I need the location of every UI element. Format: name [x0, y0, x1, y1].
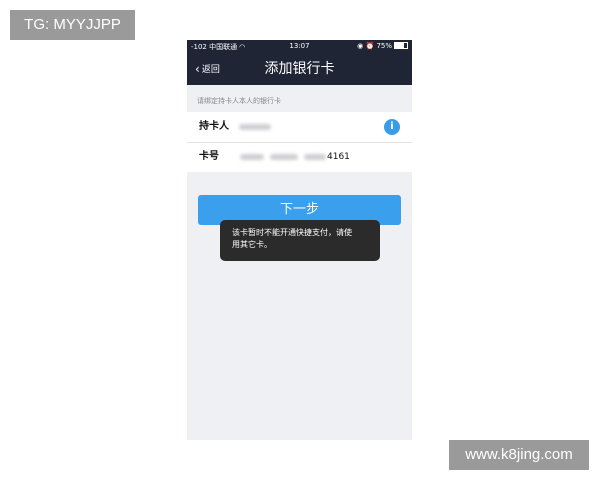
card-form: 持卡人 i 卡号 4161 [187, 112, 412, 172]
alarm-icon: ⏰ [365, 42, 375, 50]
battery-icon [394, 42, 408, 49]
card-number-field[interactable] [240, 142, 370, 172]
info-icon[interactable]: i [384, 119, 400, 135]
card-number-label: 卡号 [199, 151, 219, 162]
cardholder-name-blurred [239, 112, 271, 142]
toast-line-2: 用其它卡。 [232, 240, 272, 249]
nav-bar: ‹ 返回 添加银行卡 [187, 54, 412, 85]
card-number-row[interactable]: 卡号 4161 [187, 142, 412, 172]
battery-percent: 75% [376, 42, 392, 50]
rotation-lock-icon: ◉ [357, 42, 364, 50]
page-title: 添加银行卡 [264, 61, 335, 77]
toast-line-1: 该卡暂时不能开通快捷支付，请使 [232, 228, 352, 237]
battery-fill [395, 43, 404, 48]
error-toast: 该卡暂时不能开通快捷支付，请使 用其它卡。 [220, 220, 380, 261]
status-bar-right: ◉ ⏰ 75% [357, 42, 408, 50]
cardholder-label: 持卡人 [199, 121, 229, 132]
watermark-top-left: TG: MYYJJPP [10, 10, 135, 40]
status-bar: -102 中国联通 ◠ 13:07 ◉ ⏰ 75% [187, 40, 412, 54]
cardholder-row: 持卡人 i [187, 112, 412, 143]
watermark-bottom-right: www.k8jing.com [449, 440, 589, 470]
card-number-suffix: 4161 [327, 152, 350, 162]
section-hint: 请绑定持卡人本人的银行卡 [197, 97, 281, 105]
phone-screen: -102 中国联通 ◠ 13:07 ◉ ⏰ 75% ‹ 返回 添加银行卡 请绑定持卡… [187, 40, 412, 440]
